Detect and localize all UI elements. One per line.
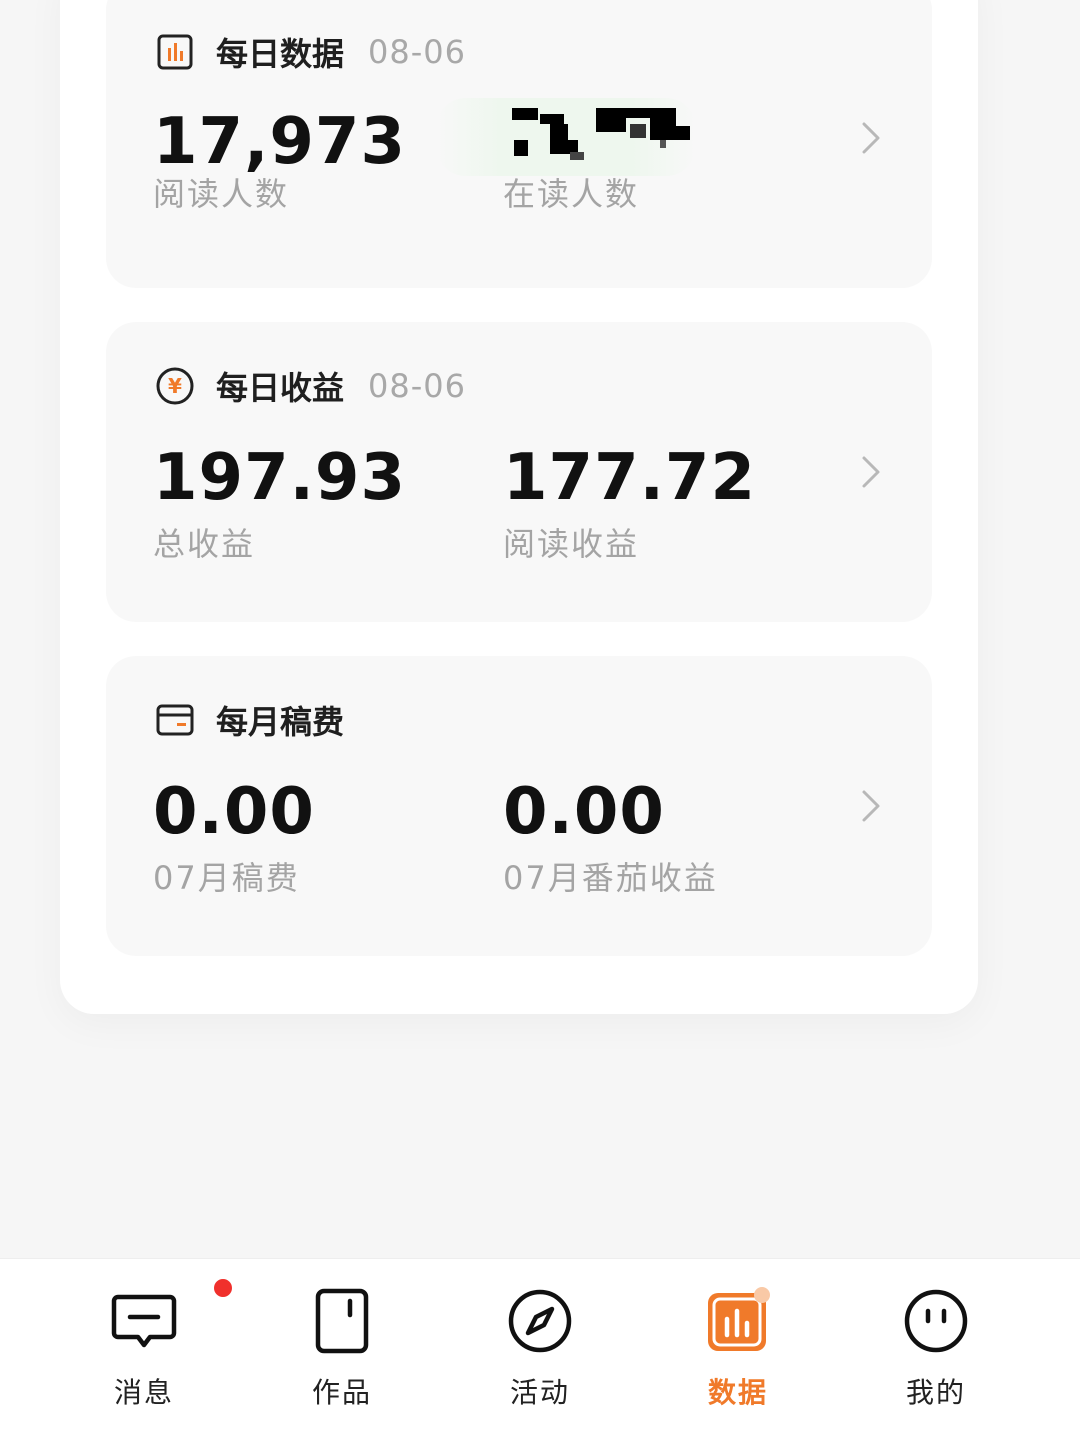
daily-data-header: 每日数据 08-06 bbox=[154, 31, 466, 73]
compass-icon bbox=[508, 1289, 572, 1353]
tab-label-mine: 我的 bbox=[905, 1376, 966, 1409]
daily-income-header: ¥ 每日收益 08-06 bbox=[154, 365, 466, 407]
total-income-label: 总收益 bbox=[153, 525, 256, 563]
data-chart-icon bbox=[708, 1287, 770, 1351]
monthly-fee-section[interactable]: 每月稿费 0.00 07月稿费 0.00 07月番茄收益 bbox=[106, 656, 932, 956]
bottom-tab-bar: 消息 作品 活动 数据 我的 bbox=[0, 1258, 1080, 1429]
daily-income-title: 每日收益 bbox=[216, 369, 345, 407]
chevron-right-icon[interactable] bbox=[858, 120, 882, 156]
chevron-right-icon[interactable] bbox=[858, 788, 882, 824]
tab-label-works: 作品 bbox=[311, 1376, 372, 1409]
tab-mine[interactable]: 我的 bbox=[836, 1259, 1036, 1429]
yen-coin-icon: ¥ bbox=[154, 365, 196, 407]
monthly-fee-header: 每月稿费 bbox=[154, 699, 345, 741]
tab-label-activities: 活动 bbox=[509, 1376, 570, 1409]
tab-label-data: 数据 bbox=[707, 1376, 768, 1409]
fanqie-income-label: 07月番茄收益 bbox=[503, 859, 718, 897]
bar-chart-icon bbox=[154, 31, 196, 73]
total-income-value: 197.93 bbox=[153, 441, 406, 515]
readers-label: 阅读人数 bbox=[153, 175, 290, 213]
svg-text:¥: ¥ bbox=[168, 374, 182, 398]
redacted-mosaic bbox=[512, 108, 690, 160]
daily-income-date: 08-06 bbox=[368, 367, 466, 405]
fee-label: 07月稿费 bbox=[153, 859, 300, 897]
read-income-label: 阅读收益 bbox=[503, 525, 640, 563]
profile-face-icon bbox=[904, 1289, 968, 1353]
daily-data-section[interactable]: 每日数据 08-06 17,973 阅读人数 在读人数 bbox=[106, 0, 932, 288]
chevron-right-icon[interactable] bbox=[858, 454, 882, 490]
tab-messages[interactable]: 消息 bbox=[44, 1259, 244, 1429]
daily-data-title: 每日数据 bbox=[216, 35, 345, 73]
message-icon bbox=[111, 1294, 177, 1348]
notification-badge bbox=[212, 1277, 234, 1299]
tab-works[interactable]: 作品 bbox=[242, 1259, 442, 1429]
daily-income-section[interactable]: ¥ 每日收益 08-06 197.93 总收益 177.72 阅读收益 bbox=[106, 322, 932, 622]
readers-value: 17,973 bbox=[153, 105, 406, 179]
works-icon bbox=[315, 1288, 369, 1354]
current-readers-label: 在读人数 bbox=[503, 175, 640, 213]
read-income-value: 177.72 bbox=[503, 441, 756, 515]
tab-data[interactable]: 数据 bbox=[638, 1259, 838, 1429]
tab-activities[interactable]: 活动 bbox=[440, 1259, 640, 1429]
daily-data-date: 08-06 bbox=[368, 33, 466, 71]
tab-label-messages: 消息 bbox=[113, 1376, 174, 1409]
fanqie-income-value: 0.00 bbox=[503, 775, 665, 849]
wallet-card-icon bbox=[154, 699, 196, 741]
fee-value: 0.00 bbox=[153, 775, 315, 849]
monthly-fee-title: 每月稿费 bbox=[216, 703, 345, 741]
